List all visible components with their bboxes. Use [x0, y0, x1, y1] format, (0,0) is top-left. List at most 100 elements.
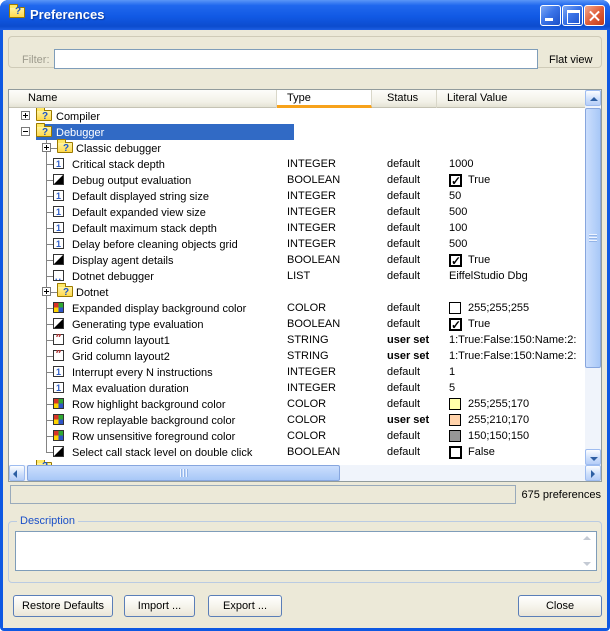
collapse-icon[interactable] [21, 127, 30, 136]
color-swatch[interactable] [449, 414, 461, 426]
export-button[interactable]: Export ... [208, 595, 282, 617]
description-text[interactable] [15, 531, 597, 571]
table-row[interactable]: 1Critical stack depthINTEGERdefault1000 [9, 156, 585, 172]
scroll-down-button[interactable] [585, 449, 601, 465]
pref-type: STRING [277, 332, 372, 348]
boolean-type-icon [53, 254, 64, 265]
column-header-type[interactable]: Type [277, 90, 372, 108]
minimize-button[interactable] [540, 5, 561, 26]
pref-name: Delay before cleaning objects grid [72, 237, 238, 253]
maximize-button[interactable] [562, 5, 583, 26]
literal-value-text: EiffelStudio Dbg [449, 268, 528, 284]
tree-line [46, 420, 53, 421]
literal-value-text: 500 [449, 204, 467, 220]
literal-value-text: 255;255;255 [468, 300, 529, 316]
description-scroll-up-icon [583, 536, 591, 540]
scroll-right-button[interactable] [585, 465, 601, 481]
color-swatch[interactable] [449, 302, 461, 314]
expand-icon[interactable] [42, 143, 51, 152]
pref-type [277, 284, 372, 300]
table-row[interactable]: 1Delay before cleaning objects gridINTEG… [9, 236, 585, 252]
restore-defaults-button[interactable]: Restore Defaults [13, 595, 113, 617]
pref-name-cell: 1Delay before cleaning objects grid [9, 236, 277, 252]
table-row[interactable]: ..Dotnet debuggerLISTdefaultEiffelStudio… [9, 268, 585, 284]
value-checkbox[interactable] [449, 318, 462, 331]
table-row[interactable]: Expanded display background colorCOLORde… [9, 300, 585, 316]
horizontal-scrollbar[interactable] [9, 465, 601, 481]
title-bar[interactable]: Preferences [0, 0, 610, 30]
pref-type: INTEGER [277, 380, 372, 396]
column-header-name[interactable]: Name [9, 90, 277, 108]
pref-name: Default expanded view size [72, 205, 206, 221]
table-row[interactable]: Classic debugger [9, 140, 585, 156]
table-row[interactable]: Debugger [9, 124, 585, 140]
table-row[interactable]: 1Default maximum stack depthINTEGERdefau… [9, 220, 585, 236]
import-button[interactable]: Import ... [124, 595, 195, 617]
value-checkbox[interactable] [449, 254, 462, 267]
value-checkbox[interactable] [449, 174, 462, 187]
vertical-scroll-thumb[interactable] [585, 108, 601, 368]
close-button[interactable]: Close [518, 595, 602, 617]
app-icon [9, 7, 25, 18]
pref-name-cell: Debugger [9, 124, 277, 140]
pref-type: COLOR [277, 396, 372, 412]
pref-type [277, 140, 372, 156]
pref-name: Row highlight background color [72, 397, 225, 413]
color-type-icon [53, 414, 64, 425]
color-swatch[interactable] [449, 430, 461, 442]
pref-literal [437, 124, 585, 140]
pref-status: user set [372, 412, 437, 428]
pref-type: COLOR [277, 412, 372, 428]
table-row[interactable]: 1Default expanded view sizeINTEGERdefaul… [9, 204, 585, 220]
table-row[interactable]: Row replayable background colorCOLORuser… [9, 412, 585, 428]
close-window-button[interactable] [584, 5, 605, 26]
table-row[interactable]: Display agent detailsBOOLEANdefaultTrue [9, 252, 585, 268]
table-row[interactable]: Debug output evaluationBOOLEANdefaultTru… [9, 172, 585, 188]
pref-name: Default displayed string size [72, 189, 209, 205]
scroll-up-button[interactable] [585, 90, 601, 106]
pref-type: STRING [277, 348, 372, 364]
column-header-literal-value[interactable]: Literal Value [437, 90, 585, 108]
table-row[interactable]: ”Grid column layout1STRINGuser set1:True… [9, 332, 585, 348]
pref-type: BOOLEAN [277, 316, 372, 332]
table-row[interactable]: Select call stack level on double clickB… [9, 444, 585, 460]
category-folder-icon [36, 126, 52, 137]
vertical-scrollbar[interactable] [585, 90, 601, 465]
value-checkbox[interactable] [449, 446, 462, 459]
expand-icon[interactable] [42, 287, 51, 296]
pref-name-cell: Row unsensitive foreground color [9, 428, 277, 444]
table-row[interactable]: 1Max evaluation durationINTEGERdefault5 [9, 380, 585, 396]
table-row[interactable]: 1Interrupt every N instructionsINTEGERde… [9, 364, 585, 380]
pref-name: Expanded display background color [72, 301, 246, 317]
table-row[interactable]: ”Grid column layout2STRINGuser set1:True… [9, 348, 585, 364]
filter-input[interactable] [54, 49, 538, 69]
pref-type: BOOLEAN [277, 252, 372, 268]
table-row[interactable]: Row unsensitive foreground colorCOLORdef… [9, 428, 585, 444]
scroll-left-button[interactable] [9, 465, 25, 481]
pref-name: Interrupt every N instructions [72, 365, 213, 381]
pref-name-cell: 1Max evaluation duration [9, 380, 277, 396]
expand-icon[interactable] [21, 111, 30, 120]
table-row[interactable]: Row highlight background color COLORdefau… [9, 396, 585, 412]
flat-view-toggle[interactable]: Flat view [549, 54, 592, 66]
pref-literal [437, 140, 585, 156]
column-header-status[interactable]: Status [372, 90, 437, 108]
pref-literal [437, 284, 585, 300]
pref-name-cell: 1Default maximum stack depth [9, 220, 277, 236]
pref-status: default [372, 396, 437, 412]
filter-label: Filter: [22, 54, 50, 66]
table-row[interactable]: Dotnet [9, 284, 585, 300]
pref-name-cell: 1Default displayed string size [9, 188, 277, 204]
color-swatch[interactable] [449, 398, 461, 410]
tree-line [46, 196, 53, 197]
color-type-icon [53, 302, 64, 313]
pref-name: Grid column layout1 [72, 333, 170, 349]
table-row[interactable]: Compiler [9, 108, 585, 124]
table-row[interactable]: Generating type evaluationBOOLEANdefault… [9, 316, 585, 332]
tree-line [46, 308, 53, 309]
integer-type-icon: 1 [53, 382, 64, 393]
pref-status: default [372, 172, 437, 188]
table-row[interactable]: 1Default displayed string sizeINTEGERdef… [9, 188, 585, 204]
pref-literal: 255;255;170 [437, 396, 585, 412]
horizontal-scroll-thumb[interactable] [27, 465, 340, 481]
